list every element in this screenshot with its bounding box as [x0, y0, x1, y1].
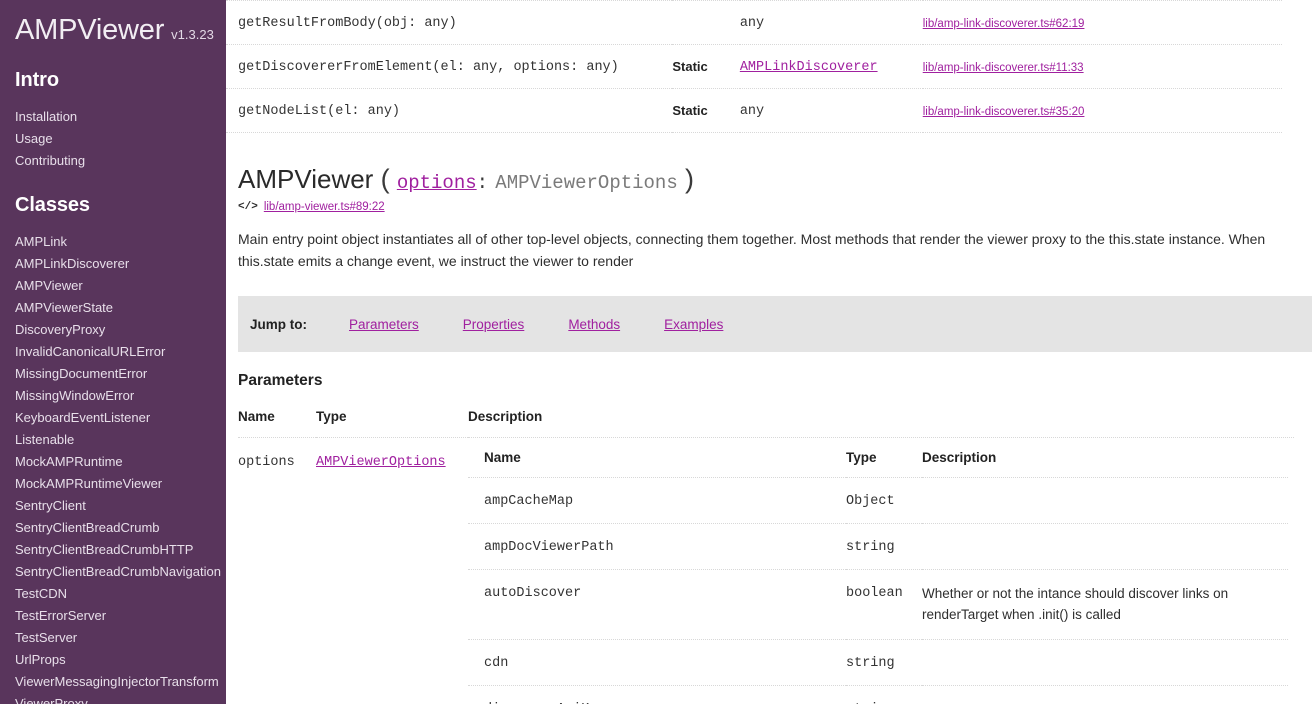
class-header: AMPViewer ( options: AMPViewerOptions ) …	[238, 164, 1312, 213]
method-signature: getResultFromBody(obj: any)	[238, 16, 457, 31]
methods-table: getResultFromBody(obj: any) any lib/amp-…	[226, 0, 1282, 133]
sidebar-item-ampviewer[interactable]: AMPViewer	[0, 275, 226, 297]
option-type: string	[846, 540, 895, 556]
close-paren: )	[684, 164, 694, 194]
option-name: autoDiscover	[484, 586, 582, 602]
table-row: discoveryApiKey string API Key to use fo…	[468, 685, 1288, 704]
column-header-name: Name	[468, 450, 846, 479]
sidebar-item-sentryclientbreadcrumbnavigation[interactable]: SentryClientBreadCrumbNavigation	[0, 561, 226, 583]
column-header-description: Description	[468, 409, 1294, 439]
table-header-row: Name Type Description	[238, 409, 1294, 439]
sidebar-intro-list: Installation Usage Contributing	[0, 106, 226, 172]
sidebar-item-discoveryproxy[interactable]: DiscoveryProxy	[0, 319, 226, 341]
sidebar-item-listenable[interactable]: Listenable	[0, 429, 226, 451]
sidebar-item-testcdn[interactable]: TestCDN	[0, 583, 226, 605]
parameter-name: options	[238, 455, 295, 471]
method-return-type: any	[739, 16, 765, 31]
table-row: autoDiscover boolean Whether or not the …	[468, 569, 1288, 640]
parameters-table: Name Type Description options AMPViewerO…	[238, 409, 1294, 704]
method-signature: getNodeList(el: any)	[238, 104, 401, 119]
brand-name: AMPViewer	[15, 14, 165, 46]
method-return-type-link[interactable]: AMPLinkDiscoverer	[740, 60, 878, 75]
source-link[interactable]: lib/amp-viewer.ts#89:22	[264, 201, 385, 213]
sidebar-item-invalidcanonicalurlerror[interactable]: InvalidCanonicalURLError	[0, 341, 226, 363]
page-title: AMPViewer ( options: AMPViewerOptions )	[238, 164, 1312, 195]
brand[interactable]: AMPViewer v1.3.23	[0, 14, 226, 47]
source-link[interactable]: lib/amp-link-discoverer.ts#35:20	[923, 106, 1085, 118]
sidebar-item-mockampruntime[interactable]: MockAMPRuntime	[0, 451, 226, 473]
sidebar-item-keyboardeventlistener[interactable]: KeyboardEventListener	[0, 407, 226, 429]
option-description: Whether or not the intance should discov…	[922, 586, 1229, 622]
class-source-line: </> lib/amp-viewer.ts#89:22	[238, 201, 1312, 213]
sidebar-item-missingdocumenterror[interactable]: MissingDocumentError	[0, 363, 226, 385]
sidebar-item-sentryclientbreadcrumb[interactable]: SentryClientBreadCrumb	[0, 517, 226, 539]
option-name: ampDocViewerPath	[484, 540, 614, 556]
sidebar-item-sentryclient[interactable]: SentryClient	[0, 495, 226, 517]
sidebar-heading-classes: Classes	[15, 194, 90, 216]
constructor-param-link[interactable]: options	[397, 172, 477, 194]
class-name: AMPViewer	[238, 164, 374, 194]
param-colon: :	[476, 172, 489, 194]
sidebar-item-amplink[interactable]: AMPLink	[0, 231, 226, 253]
sidebar-item-sentryclientbreadcrumbhttp[interactable]: SentryClientBreadCrumbHTTP	[0, 539, 226, 561]
jump-link-examples[interactable]: Examples	[664, 317, 723, 332]
sidebar-item-missingwindowerror[interactable]: MissingWindowError	[0, 385, 226, 407]
column-header-type: Type	[316, 409, 468, 439]
open-paren: (	[380, 164, 390, 194]
parameter-type-link[interactable]: AMPViewerOptions	[316, 455, 446, 470]
jump-link-methods[interactable]: Methods	[568, 317, 620, 332]
class-description: Main entry point object instantiates all…	[238, 231, 1266, 269]
sidebar-item-installation[interactable]: Installation	[0, 106, 226, 128]
column-header-name: Name	[238, 409, 316, 439]
sidebar-item-viewerproxy[interactable]: ViewerProxy	[0, 693, 226, 704]
jump-link-properties[interactable]: Properties	[463, 317, 525, 332]
method-static-flag: Static	[672, 103, 708, 118]
column-header-type: Type	[846, 450, 922, 479]
page-root: AMPViewer v1.3.23 Intro Installation Usa…	[0, 0, 1312, 704]
sidebar-heading-intro: Intro	[15, 69, 59, 91]
sidebar: AMPViewer v1.3.23 Intro Installation Usa…	[0, 0, 226, 704]
table-row: getNodeList(el: any) Static any lib/amp-…	[226, 88, 1282, 133]
jump-to-bar: Jump to: Parameters Properties Methods E…	[238, 296, 1312, 353]
constructor-param-type: AMPViewerOptions	[495, 172, 678, 194]
option-type: Object	[846, 494, 895, 510]
sidebar-item-testerrorserver[interactable]: TestErrorServer	[0, 605, 226, 627]
option-name: cdn	[484, 655, 509, 671]
sidebar-item-viewermessaginginjectortransform[interactable]: ViewerMessagingInjectorTransform	[0, 671, 226, 693]
source-link[interactable]: lib/amp-link-discoverer.ts#11:33	[923, 62, 1084, 74]
option-type: string	[846, 655, 895, 671]
sidebar-item-testserver[interactable]: TestServer	[0, 627, 226, 649]
main-content: getResultFromBody(obj: any) any lib/amp-…	[226, 0, 1312, 704]
table-row: getDiscovererFromElement(el: any, option…	[226, 44, 1282, 89]
sidebar-item-urlprops[interactable]: UrlProps	[0, 649, 226, 671]
column-header-description: Description	[922, 450, 1288, 479]
section-title-parameters: Parameters	[238, 372, 323, 390]
table-row: cdn string	[468, 639, 1288, 686]
sidebar-item-ampviewerstate[interactable]: AMPViewerState	[0, 297, 226, 319]
sidebar-item-amplinkdiscoverer[interactable]: AMPLinkDiscoverer	[0, 253, 226, 275]
method-signature: getDiscovererFromElement(el: any, option…	[238, 60, 619, 75]
jump-to-label: Jump to:	[250, 316, 307, 332]
source-link[interactable]: lib/amp-link-discoverer.ts#62:19	[923, 18, 1085, 30]
code-icon: </>	[238, 201, 258, 214]
jump-link-parameters[interactable]: Parameters	[349, 317, 419, 332]
option-name: ampCacheMap	[484, 494, 574, 510]
sidebar-classes-list: AMPLink AMPLinkDiscoverer AMPViewer AMPV…	[0, 231, 226, 704]
option-type: boolean	[846, 586, 903, 602]
table-row: ampDocViewerPath string	[468, 523, 1288, 571]
sidebar-item-mockampruntimeviewer[interactable]: MockAMPRuntimeViewer	[0, 473, 226, 495]
table-row: options AMPViewerOptions Name Type Descr…	[238, 438, 1294, 704]
brand-version: v1.3.23	[171, 27, 214, 42]
sidebar-item-usage[interactable]: Usage	[0, 128, 226, 150]
table-row: getResultFromBody(obj: any) any lib/amp-…	[226, 0, 1282, 45]
table-row: ampCacheMap Object	[468, 477, 1288, 525]
method-static-flag: Static	[672, 59, 708, 74]
method-return-type: any	[739, 104, 765, 119]
sidebar-item-contributing[interactable]: Contributing	[0, 150, 226, 172]
options-table: Name Type Description ampCacheMap Object	[468, 450, 1288, 704]
table-header-row: Name Type Description	[468, 450, 1288, 479]
